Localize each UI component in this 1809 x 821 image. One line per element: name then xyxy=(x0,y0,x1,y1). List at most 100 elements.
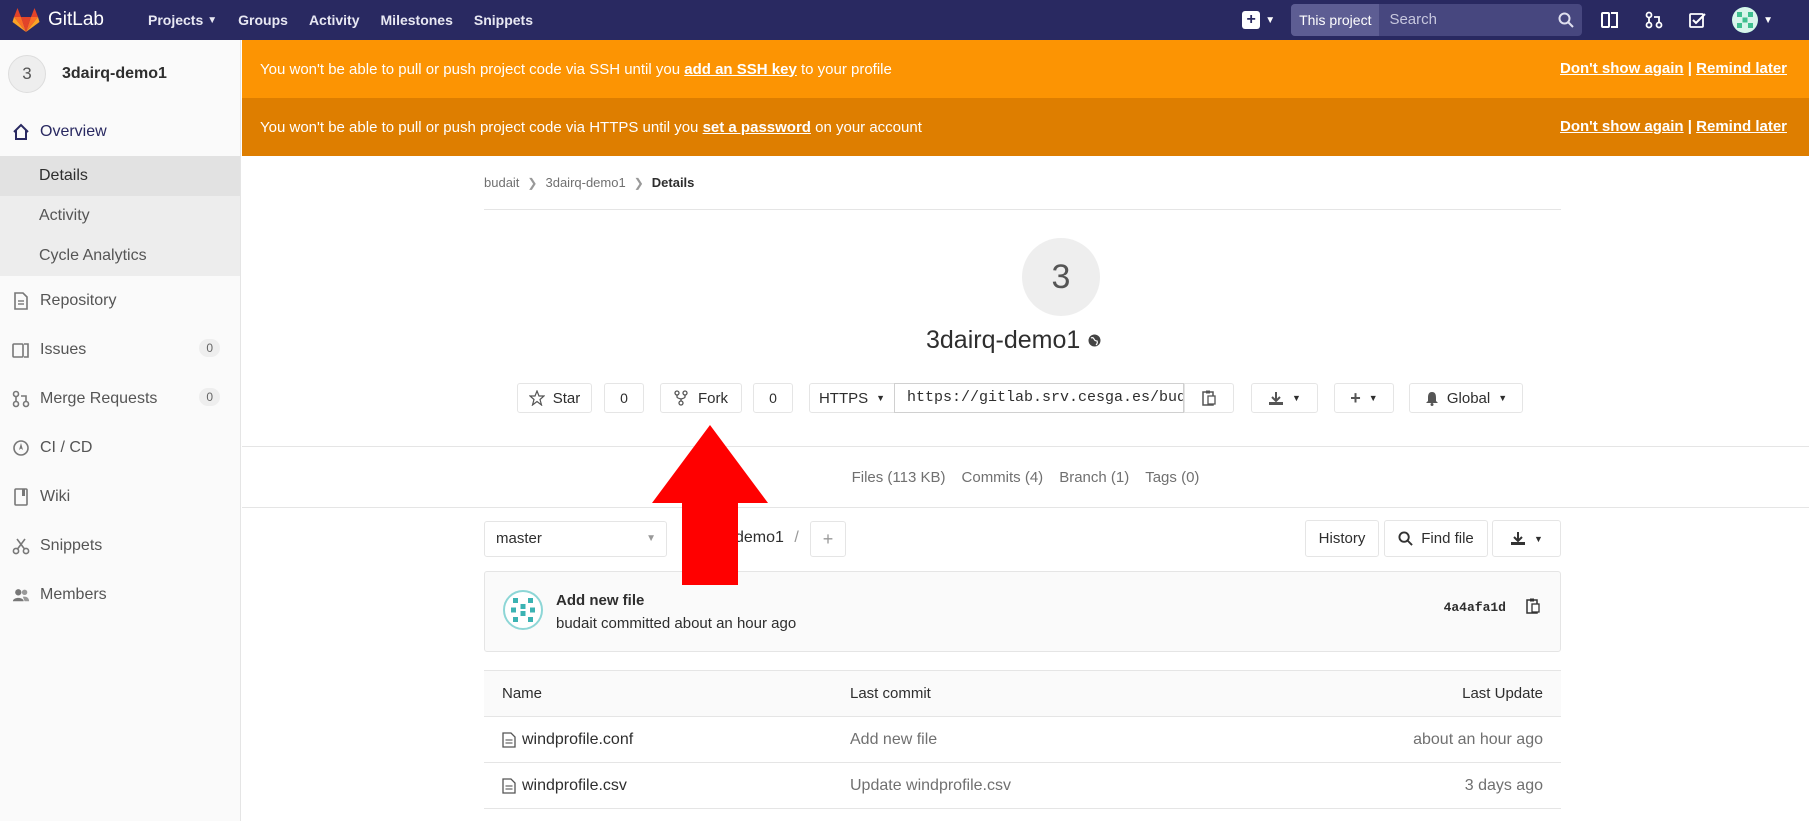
nav-projects-label: Projects xyxy=(148,12,204,28)
clone-url-field[interactable]: https://gitlab.srv.cesga.es/budait/3dair… xyxy=(894,383,1184,413)
add-dropdown[interactable]: + ▼ xyxy=(1334,383,1394,413)
new-dropdown[interactable]: + ▼ xyxy=(1242,11,1275,29)
project-home-avatar: 3 xyxy=(1022,238,1100,316)
fork-button[interactable]: Fork xyxy=(660,383,742,413)
sidebar-item-wiki[interactable]: Wiki xyxy=(0,472,240,521)
chevron-down-icon: ▼ xyxy=(207,14,218,26)
nav-activity-label: Activity xyxy=(308,12,360,28)
clipboard-icon xyxy=(1202,390,1216,406)
copy-url-button[interactable] xyxy=(1184,383,1234,413)
sidebar-item-overview[interactable]: Overview xyxy=(0,108,240,156)
breadcrumb-current[interactable]: Details xyxy=(652,175,695,190)
sidebar-item-members[interactable]: Members xyxy=(0,570,240,619)
chevron-right-icon: ❯ xyxy=(527,175,538,190)
commit-sha[interactable]: 4a4afa1d xyxy=(1444,600,1506,615)
dont-show-again-link[interactable]: Don't show again xyxy=(1560,60,1684,77)
stat-branches[interactable]: Branch (1) xyxy=(1059,469,1129,486)
sidebar-item-label: Merge Requests xyxy=(40,389,158,407)
file-link[interactable]: windprofile.csv xyxy=(502,777,627,795)
breadcrumb-project[interactable]: 3dairq-demo1 xyxy=(545,175,625,190)
nav-activity[interactable]: Activity xyxy=(309,12,360,28)
download-archive-dropdown[interactable]: ▼ xyxy=(1492,520,1561,557)
nav-snippets[interactable]: Snippets xyxy=(474,12,533,28)
sidebar-item-ci-cd[interactable]: CI / CD xyxy=(0,423,240,472)
chevron-down-icon: ▼ xyxy=(1265,14,1276,26)
set-password-link[interactable]: set a password xyxy=(703,119,811,136)
stat-commits[interactable]: Commits (4) xyxy=(962,469,1044,486)
download-dropdown[interactable]: ▼ xyxy=(1251,383,1318,413)
fork-label: Fork xyxy=(698,389,728,407)
user-menu[interactable]: ▼ xyxy=(1732,7,1773,33)
chevron-down-icon: ▼ xyxy=(1534,533,1543,544)
search-input[interactable]: Search xyxy=(1379,4,1582,36)
table-row: windprofile.csv Update windprofile.csv 3… xyxy=(484,763,1561,809)
gitlab-logo[interactable]: GitLab xyxy=(12,7,136,33)
file-link[interactable]: windprofile.conf xyxy=(502,731,633,749)
plus-icon: + xyxy=(1350,387,1361,408)
breadcrumb: budait ❯ 3dairq-demo1 ❯ Details xyxy=(484,156,1561,210)
sidebar-item-merge-requests[interactable]: Merge Requests 0 xyxy=(0,374,240,423)
history-button[interactable]: History xyxy=(1305,520,1379,557)
chevron-right-icon: ❯ xyxy=(633,175,644,190)
file-last-commit[interactable]: Add new file xyxy=(850,731,937,749)
sidebar-item-details[interactable]: Details xyxy=(0,156,240,196)
commit-title[interactable]: Add new file xyxy=(556,592,644,609)
merge-requests-icon[interactable] xyxy=(1644,10,1664,30)
rocket-icon xyxy=(12,439,30,457)
add-to-tree-button[interactable]: + xyxy=(810,521,846,557)
sidebar-item-label: Repository xyxy=(40,291,117,309)
sidebar-item-repository[interactable]: Repository xyxy=(0,276,240,325)
sidebar-item-label: Wiki xyxy=(40,487,71,505)
download-icon xyxy=(1511,532,1526,545)
nav-groups[interactable]: Groups xyxy=(238,12,288,28)
add-ssh-key-link[interactable]: add an SSH key xyxy=(684,61,797,78)
top-navbar: GitLab Projects ▼ Groups Activity Milesto… xyxy=(0,0,1809,40)
banner-text-post: to your profile xyxy=(796,60,892,78)
stat-tags[interactable]: Tags (0) xyxy=(1145,469,1199,486)
sidebar-item-activity[interactable]: Activity xyxy=(0,196,240,236)
sidebar-item-snippets[interactable]: Snippets xyxy=(0,521,240,570)
nav-milestones[interactable]: Milestones xyxy=(381,12,453,28)
fork-count[interactable]: 0 xyxy=(753,383,793,413)
branch-selector[interactable]: master ▼ xyxy=(484,521,667,557)
star-button[interactable]: Star xyxy=(517,383,592,413)
search-scope[interactable]: This project xyxy=(1291,4,1380,36)
file-icon xyxy=(502,778,516,794)
sidebar-item-cycle-analytics[interactable]: Cycle Analytics xyxy=(0,236,240,276)
clipboard-icon[interactable] xyxy=(1526,598,1540,614)
book-icon xyxy=(12,487,30,506)
notification-dropdown[interactable]: Global ▼ xyxy=(1409,383,1523,413)
sidebar-project-header[interactable]: 3 3dairq-demo1 xyxy=(0,40,240,108)
scissors-icon xyxy=(12,537,30,555)
breadcrumb-namespace[interactable]: budait xyxy=(484,175,519,190)
nav-right: + ▼ This project Search ▼ xyxy=(1242,0,1809,40)
sidebar-toggle-icon[interactable] xyxy=(1600,10,1620,30)
star-icon xyxy=(528,390,545,406)
nav-projects[interactable]: Projects ▼ xyxy=(148,12,217,28)
search-placeholder: Search xyxy=(1389,11,1437,28)
star-count[interactable]: 0 xyxy=(604,383,644,413)
remind-later-link[interactable]: Remind later xyxy=(1696,118,1787,135)
search-bar: This project Search xyxy=(1291,4,1583,36)
file-name: windprofile.conf xyxy=(522,731,634,748)
file-last-commit[interactable]: Update windprofile.csv xyxy=(850,777,1011,795)
dont-show-again-link[interactable]: Don't show again xyxy=(1560,118,1684,135)
clone-protocol-dropdown[interactable]: HTTPS ▼ xyxy=(809,383,895,413)
main-content: budait ❯ 3dairq-demo1 ❯ Details xyxy=(484,156,1561,210)
todos-icon[interactable] xyxy=(1688,10,1708,30)
notification-level: Global xyxy=(1446,389,1491,407)
chevron-down-icon: ▼ xyxy=(1763,14,1773,26)
stat-files[interactable]: Files (113 KB) xyxy=(852,469,946,486)
avatar xyxy=(503,590,543,630)
red-arrow-annotation xyxy=(652,425,768,585)
file-name: windprofile.csv xyxy=(522,777,627,794)
tree-header: Name Last commit Last Update xyxy=(484,671,1561,717)
sidebar-item-label: Snippets xyxy=(40,536,103,554)
repo-path-separator: / xyxy=(794,529,799,546)
nav-links: Projects ▼ Groups Activity Milestones Sni… xyxy=(148,12,554,28)
fork-icon xyxy=(674,390,688,406)
project-title: 3dairq-demo1 xyxy=(926,326,1101,355)
find-file-button[interactable]: Find file xyxy=(1384,520,1488,557)
sidebar-item-issues[interactable]: Issues 0 xyxy=(0,325,240,374)
remind-later-link[interactable]: Remind later xyxy=(1696,60,1787,77)
